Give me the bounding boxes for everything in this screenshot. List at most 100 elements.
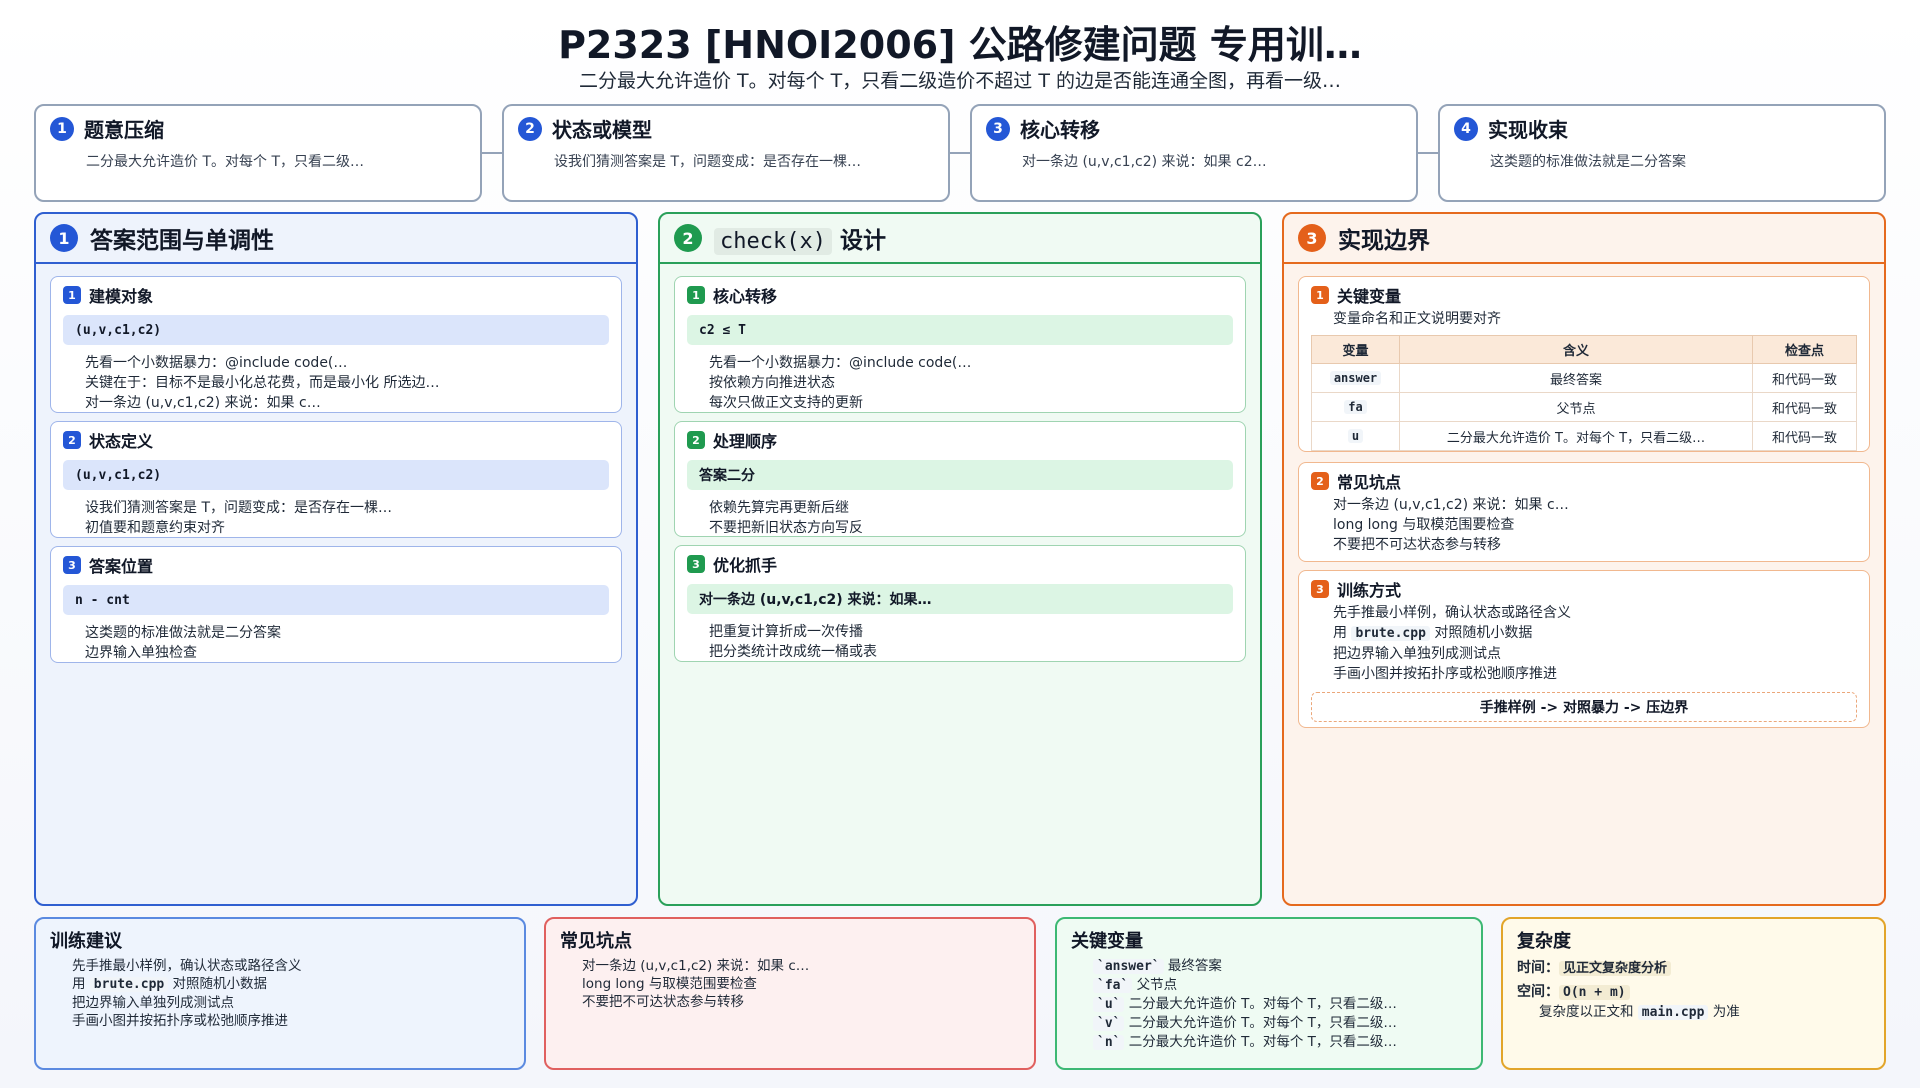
- check-design-column: 2 check(x) 设计 1 核心转移 c2 ≤ T 先看一个小数据暴力：@in…: [658, 212, 1262, 906]
- list-item: 不要把新旧状态方向写反: [709, 518, 1233, 538]
- column-header: 3 实现边界: [1284, 214, 1884, 264]
- column-number-badge: 3: [1298, 224, 1326, 252]
- modeling-object-card: 1 建模对象 (u,v,c1,c2) 先看一个小数据暴力：@include cod…: [50, 276, 622, 413]
- list-item: 先手推最小样例，确认状态或路径含义: [72, 957, 510, 975]
- list-item: `u` 二分最大允许造价 T。对每个 T，只看二级…: [1093, 995, 1467, 1014]
- key-expression: 对一条边 (u,v,c1,c2) 来说：如果…: [687, 584, 1233, 614]
- state-definition-card: 2 状态定义 (u,v,c1,c2) 设我们猜测答案是 T，问题变成：是否存在一棵…: [50, 421, 622, 538]
- list-item-text: 最终答案: [1167, 958, 1222, 974]
- step-connector: [482, 152, 502, 154]
- list-item: 初值要和题意约束对齐: [85, 518, 609, 538]
- pitfalls-card: 2 常见坑点 对一条边 (u,v,c1,c2) 来说：如果 c… long lon…: [1298, 462, 1870, 562]
- inline-code: `answer`: [1093, 959, 1164, 974]
- table-row: answer 最终答案 和代码一致: [1311, 363, 1857, 393]
- list-item: `n` 二分最大允许造价 T。对每个 T，只看二级…: [1093, 1033, 1467, 1052]
- step-card-2: 2 状态或模型 设我们猜测答案是 T，问题变成：是否存在一棵…: [502, 104, 950, 202]
- page-subtitle: 二分最大允许造价 T。对每个 T，只看二级造价不超过 T 的边是否能连通全图，再…: [579, 70, 1341, 92]
- bullet-list: 复杂度以正文和 main.cpp 为准: [1517, 1003, 1870, 1022]
- card-title: 处理顺序: [713, 432, 778, 451]
- list-item: 对一条边 (u,v,c1,c2) 来说：如果 c…: [582, 957, 1020, 975]
- card-number-badge: 1: [687, 286, 705, 304]
- implementation-boundary-column: 3 实现边界 1 关键变量 变量命名和正文说明要对齐 变量 含义 检查点 answ…: [1282, 212, 1886, 906]
- answer-position-card: 3 答案位置 n - cnt 这类题的标准做法就是二分答案 边界输入单独检查: [50, 546, 622, 663]
- table-cell: u: [1311, 421, 1400, 451]
- card-number-badge: 3: [1311, 580, 1329, 598]
- bullet-list: 先手推最小样例，确认状态或路径含义 用 brute.cpp 对照随机小数据 把边…: [50, 957, 510, 1030]
- card-title: 常见坑点: [1337, 473, 1402, 492]
- list-item: 对一条边 (u,v,c1,c2) 来说：如果 c…: [1333, 495, 1857, 515]
- bullet-list: 依赖先算完再更新后继 不要把新旧状态方向写反: [687, 498, 1233, 538]
- column-header: 1 答案范围与单调性: [36, 214, 636, 264]
- card-title: 关键变量: [1337, 287, 1402, 306]
- step-description: 设我们猜测答案是 T，问题变成：是否存在一棵…: [554, 154, 862, 170]
- column-header: 2 check(x) 设计: [660, 214, 1260, 264]
- column-title: 答案范围与单调性: [90, 228, 274, 254]
- inline-code: brute.cpp: [1351, 626, 1430, 641]
- list-item-text: 父节点: [1136, 977, 1178, 993]
- table-cell: 父节点: [1399, 392, 1753, 422]
- list-item: 按依赖方向推进状态: [709, 373, 1233, 393]
- card-title: 训练方式: [1337, 581, 1402, 600]
- list-item: 关键在于：目标不是最小化总花费，而是最小化 所选边…: [85, 373, 609, 393]
- list-item: 不要把不可达状态参与转移: [1333, 535, 1857, 555]
- list-item: 设我们猜测答案是 T，问题变成：是否存在一棵…: [85, 498, 609, 518]
- table-cell: 和代码一致: [1752, 421, 1857, 451]
- list-item: 手画小图并按拓扑序或松弛顺序推进: [72, 1012, 510, 1030]
- variable-name: answer: [1329, 370, 1382, 385]
- time-label: 时间：: [1517, 960, 1559, 976]
- step-connector: [950, 152, 970, 154]
- bullet-list: 变量命名和正文说明要对齐: [1311, 309, 1857, 329]
- variables-table: 变量 含义 检查点 answer 最终答案 和代码一致 fa 父节点 和代码一致…: [1311, 335, 1857, 451]
- step-row: 1 题意压缩 二分最大允许造价 T。对每个 T，只看二级… 2 状态或模型 设我们猜…: [34, 104, 1886, 202]
- variable-name: fa: [1344, 399, 1367, 414]
- table-row: fa 父节点 和代码一致: [1311, 392, 1857, 422]
- answer-range-column: 1 答案范围与单调性 1 建模对象 (u,v,c1,c2) 先看一个小数据暴力：@…: [34, 212, 638, 906]
- key-expression-code: (u,v,c1,c2): [75, 467, 162, 483]
- step-card-1: 1 题意压缩 二分最大允许造价 T。对每个 T，只看二级…: [34, 104, 482, 202]
- inline-code: `n`: [1093, 1035, 1125, 1050]
- step-title: 题意压缩: [84, 118, 164, 142]
- training-advice-box: 训练建议 先手推最小样例，确认状态或路径含义 用 brute.cpp 对照随机小…: [34, 917, 526, 1070]
- key-variables-box: 关键变量 `answer` 最终答案 `fa` 父节点 `u` 二分最大允许造价…: [1055, 917, 1483, 1070]
- list-item: 先看一个小数据暴力：@include code(…: [709, 353, 1233, 373]
- key-expression: 答案二分: [687, 460, 1233, 490]
- page-title: P2323 [HNOI2006] 公路修建问题 专用训…: [558, 23, 1362, 67]
- box-title: 关键变量: [1071, 931, 1143, 952]
- table-cell: 和代码一致: [1752, 392, 1857, 422]
- column-title-text: 设计: [839, 228, 886, 254]
- bullet-list: 对一条边 (u,v,c1,c2) 来说：如果 c… long long 与取模范…: [560, 957, 1020, 1011]
- training-method-card: 3 训练方式 先手推最小样例，确认状态或路径含义 用 brute.cpp 对照随机…: [1298, 570, 1870, 728]
- list-item: `answer` 最终答案: [1093, 957, 1467, 976]
- key-expression-code: (u,v,c1,c2): [75, 322, 162, 338]
- list-item-text: 用: [72, 976, 86, 992]
- table-header-row: 变量 含义 检查点: [1311, 335, 1857, 364]
- bullet-list: 这类题的标准做法就是二分答案 边界输入单独检查: [63, 623, 609, 663]
- list-item-text: 为准: [1712, 1004, 1740, 1020]
- space-complexity: 空间： O(n + m): [1517, 981, 1870, 1001]
- column-number-badge: 1: [50, 224, 78, 252]
- time-value: 见正文复杂度分析: [1559, 961, 1672, 976]
- column-title: check(x) 设计: [714, 221, 886, 255]
- step-title: 核心转移: [1020, 118, 1100, 142]
- key-expression: (u,v,c1,c2): [63, 315, 609, 345]
- box-title: 训练建议: [50, 931, 122, 952]
- bullet-list: 设我们猜测答案是 T，问题变成：是否存在一棵… 初值要和题意约束对齐: [63, 498, 609, 538]
- card-number-badge: 2: [1311, 472, 1329, 490]
- core-transition-card: 1 核心转移 c2 ≤ T 先看一个小数据暴力：@include code(… 按…: [674, 276, 1246, 413]
- list-item: long long 与取模范围要检查: [582, 975, 1020, 993]
- space-label: 空间：: [1517, 984, 1559, 1000]
- list-item-text: 对照随机小数据: [172, 976, 268, 992]
- list-item: 依赖先算完再更新后继: [709, 498, 1233, 518]
- step-number-badge: 3: [986, 116, 1010, 141]
- box-title: 复杂度: [1517, 931, 1571, 952]
- table-cell: 二分最大允许造价 T。对每个 T，只看二级…: [1399, 421, 1753, 451]
- list-item: `v` 二分最大允许造价 T。对每个 T，只看二级…: [1093, 1014, 1467, 1033]
- complexity-box: 复杂度 时间：见正文复杂度分析 空间：O(n + m) 复杂度以正文和 main…: [1501, 917, 1886, 1070]
- table-cell: 和代码一致: [1752, 363, 1857, 393]
- list-item: 用 brute.cpp 对照随机小数据: [1333, 623, 1857, 644]
- bullet-list: 把重复计算折成一次传播 把分类统计改成统一桶或表: [687, 622, 1233, 662]
- list-item: 把重复计算折成一次传播: [709, 622, 1233, 642]
- list-item-text: 用: [1333, 625, 1347, 641]
- card-title: 答案位置: [89, 557, 154, 576]
- inline-code: brute.cpp: [89, 977, 169, 992]
